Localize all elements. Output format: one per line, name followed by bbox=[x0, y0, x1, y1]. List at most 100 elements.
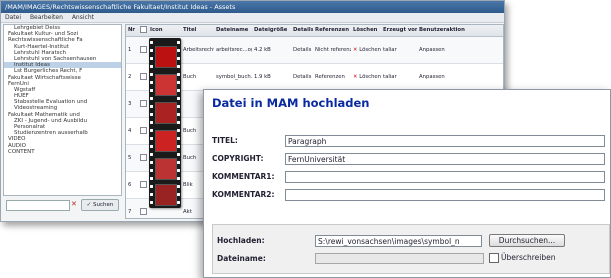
row-nr-text: 2 bbox=[128, 74, 132, 80]
row-details-link[interactable]: Details bbox=[291, 37, 313, 63]
tree-item[interactable]: CONTENT bbox=[4, 149, 121, 155]
row-select[interactable] bbox=[138, 118, 148, 144]
table-row[interactable]: 1 Arbeitsrecht Logoarbeitsrec...ogo_bl.gi… bbox=[126, 37, 503, 64]
film-sprocket bbox=[150, 81, 153, 84]
row-references-link-text[interactable]: Referenzen bbox=[315, 74, 345, 80]
search-input[interactable] bbox=[6, 200, 70, 211]
row-nr-text: 1 bbox=[128, 47, 132, 53]
kommentar1-field[interactable] bbox=[285, 171, 605, 183]
upload-panel: Hochladen: S:\rewi_vonsachsen\images\sym… bbox=[212, 224, 610, 274]
row-checkbox[interactable] bbox=[140, 208, 147, 215]
col-select[interactable] bbox=[138, 25, 148, 36]
titel-field[interactable]: Paragraph bbox=[285, 135, 605, 147]
row-select[interactable] bbox=[138, 145, 148, 171]
upload-path-field[interactable]: S:\rewi_vonsachsen\images\symbol_n bbox=[315, 235, 482, 247]
row-created-by: taliar bbox=[381, 64, 417, 90]
row-adjust-link-text[interactable]: Anpassen bbox=[419, 47, 445, 53]
col-titel[interactable]: Titel bbox=[181, 25, 214, 36]
copyright-field[interactable]: FernUniversität bbox=[285, 153, 605, 165]
row-nr-text: 7 bbox=[128, 209, 132, 215]
film-frame bbox=[155, 74, 177, 96]
col-dateigroesse[interactable]: Dateigröße bbox=[252, 25, 291, 36]
row-select[interactable] bbox=[138, 37, 148, 63]
select-all-checkbox[interactable] bbox=[140, 26, 147, 33]
row-adjust-link-text[interactable]: Anpassen bbox=[419, 74, 445, 80]
row-size: 4.2 kB bbox=[252, 37, 291, 63]
film-sprocket bbox=[177, 177, 180, 180]
row-checkbox[interactable] bbox=[140, 46, 147, 53]
row-nr: 4 bbox=[126, 118, 138, 144]
row-select[interactable] bbox=[138, 172, 148, 198]
film-sprocket bbox=[150, 145, 153, 148]
browse-button[interactable]: Durchsuchen... bbox=[489, 234, 565, 247]
copyright-label: COPYRIGHT: bbox=[212, 154, 264, 163]
row-size-text: 4.2 kB bbox=[254, 47, 271, 53]
film-sprocket bbox=[150, 129, 153, 132]
col-referenzen[interactable]: Referenzen bbox=[313, 25, 351, 36]
col-nr[interactable]: Nr bbox=[126, 25, 138, 36]
row-select[interactable] bbox=[138, 199, 148, 218]
row-delete-link[interactable]: ✕ Löschen bbox=[351, 64, 381, 90]
film-sprocket bbox=[177, 185, 180, 188]
menu-bearbeiten[interactable]: Bearbeiten bbox=[30, 14, 63, 21]
search-bar: ✕ ✓ Suchen bbox=[3, 199, 122, 211]
film-sprocket bbox=[177, 65, 180, 68]
row-adjust-link[interactable]: Anpassen bbox=[417, 37, 465, 63]
film-sprocket bbox=[150, 73, 153, 76]
row-details-link-text[interactable]: Details bbox=[293, 74, 311, 80]
row-checkbox[interactable] bbox=[140, 73, 147, 80]
col-icon[interactable]: Icon bbox=[148, 25, 181, 36]
table-row[interactable]: 2 Buch symbol_buch.gif1.9 kB Details Referen… bbox=[126, 64, 503, 91]
col-loeschen[interactable]: Löschen bbox=[351, 25, 381, 36]
film-sprocket bbox=[177, 57, 180, 60]
film-sprocket bbox=[150, 185, 153, 188]
row-title-text: Buch bbox=[183, 128, 197, 134]
row-delete-link[interactable]: ✕ Löschen bbox=[351, 37, 381, 63]
col-erzeugt-von[interactable]: Erzeugt von bbox=[381, 25, 417, 36]
dialog-title: Datei in MAM hochladen bbox=[212, 96, 370, 110]
delete-label[interactable]: Löschen bbox=[359, 74, 381, 80]
film-sprocket bbox=[150, 193, 153, 196]
row-select[interactable] bbox=[138, 91, 148, 117]
clear-search-icon[interactable]: ✕ bbox=[71, 200, 77, 208]
film-sprocket bbox=[150, 121, 153, 124]
delete-label[interactable]: Löschen bbox=[359, 47, 381, 53]
kommentar2-field[interactable] bbox=[285, 189, 605, 201]
row-references-link-text[interactable]: Nicht referenziert bbox=[315, 47, 351, 53]
row-adjust-link[interactable]: Anpassen bbox=[417, 64, 465, 90]
row-checkbox[interactable] bbox=[140, 100, 147, 107]
menu-datei[interactable]: Datei bbox=[5, 14, 21, 21]
film-sprocket bbox=[177, 145, 180, 148]
row-created-by: taliar bbox=[381, 37, 417, 63]
row-details-link[interactable]: Details bbox=[291, 64, 313, 90]
col-details[interactable]: Details bbox=[291, 25, 313, 36]
row-checkbox[interactable] bbox=[140, 181, 147, 188]
dateiname-field[interactable] bbox=[315, 253, 484, 264]
col-dateiname[interactable]: Dateiname bbox=[214, 25, 252, 36]
kommentar1-label: KOMMENTAR1: bbox=[212, 172, 275, 181]
folder-tree[interactable]: Lehrgebiet Deiss Fakultaet Kultur- und So… bbox=[3, 24, 122, 196]
overwrite-checkbox[interactable] bbox=[489, 253, 499, 263]
film-sprocket bbox=[150, 97, 153, 100]
row-select[interactable] bbox=[138, 64, 148, 90]
copyright-row: COPYRIGHT: bbox=[212, 152, 264, 166]
film-sprocket bbox=[150, 169, 153, 172]
row-created-by-text: taliar bbox=[383, 74, 397, 80]
row-title: Buch bbox=[181, 64, 214, 90]
row-references-link[interactable]: Referenzen bbox=[313, 64, 351, 90]
row-nr-text: 3 bbox=[128, 101, 132, 107]
filmstrip-image bbox=[149, 38, 181, 208]
film-sprocket bbox=[177, 41, 180, 44]
row-filename-text: arbeitsrec...ogo_bl.gif bbox=[216, 47, 252, 53]
film-sprocket bbox=[150, 137, 153, 140]
row-references-link[interactable]: Nicht referenziert bbox=[313, 37, 351, 63]
search-button[interactable]: ✓ Suchen bbox=[81, 199, 119, 211]
col-benutzeraktion[interactable]: Benutzeraktion bbox=[417, 25, 465, 36]
kommentar2-row: KOMMENTAR2: bbox=[212, 188, 275, 202]
row-details-link-text[interactable]: Details bbox=[293, 47, 311, 53]
film-sprocket bbox=[177, 169, 180, 172]
overwrite-option[interactable]: Überschreiben bbox=[489, 253, 555, 263]
menu-ansicht[interactable]: Ansicht bbox=[72, 14, 94, 21]
row-checkbox[interactable] bbox=[140, 154, 147, 161]
row-checkbox[interactable] bbox=[140, 127, 147, 134]
